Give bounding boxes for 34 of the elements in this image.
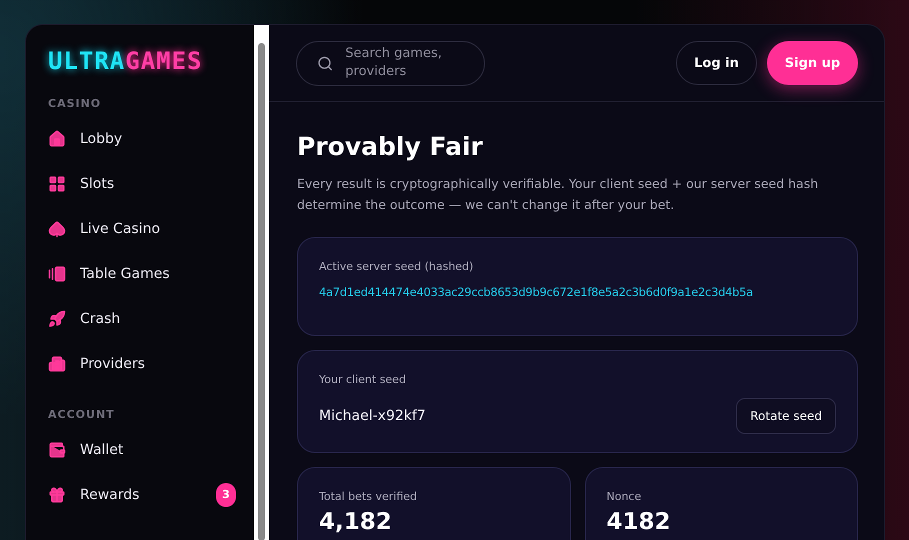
- gift-icon: [48, 486, 66, 504]
- page-description: Every result is cryptographically verifiable. Your client seed + our server seed hash determine the outcome — we can't change it after your bet.: [297, 175, 820, 214]
- card-label: Your client seed: [319, 373, 407, 386]
- sidebar-item[interactable]: Providers: [48, 341, 236, 386]
- sidebar-item[interactable]: Rewards 3: [48, 472, 236, 517]
- count-badge: 3: [216, 482, 236, 506]
- sidebar-item[interactable]: Wallet: [48, 427, 236, 472]
- spade-icon: [48, 220, 66, 238]
- sidebar-item[interactable]: Lobby: [48, 116, 236, 161]
- home-icon: [48, 130, 66, 148]
- page-title: Provably Fair: [297, 132, 484, 161]
- section-title: CASINO: [48, 97, 102, 110]
- client-seed-value: Michael-x92kf7: [319, 408, 426, 424]
- section-title: ACCOUNT: [48, 408, 116, 421]
- sidebar-item[interactable]: Live Casino: [48, 206, 236, 251]
- sidebar-item[interactable]: Slots: [48, 161, 236, 206]
- card-label: Active server seed (hashed): [319, 260, 474, 273]
- rotate-seed-button[interactable]: Rotate seed: [736, 398, 836, 434]
- stat-label: Nonce: [606, 490, 642, 503]
- scrollbar[interactable]: [254, 25, 269, 540]
- seed-hash: 4a7d1ed414474e4033ac29ccb8653d9b9c672e1f8e5a2c3b6d0f9a1e2c3d4b5a: [319, 285, 754, 299]
- stat-value: 4,182: [319, 509, 393, 535]
- logo: ULTRAGAMES: [48, 47, 204, 75]
- search-field[interactable]: Search games, providers: [296, 40, 485, 86]
- log-in-button[interactable]: Log in: [676, 41, 757, 85]
- rocket-icon: [48, 310, 66, 328]
- search-icon: [317, 54, 334, 72]
- stat-label: Total bets verified: [319, 490, 418, 503]
- wallet-icon: [48, 440, 66, 458]
- sidebar-item[interactable]: Crash: [48, 296, 236, 341]
- stat-value: 4182: [606, 509, 672, 535]
- cards-icon: [48, 264, 66, 282]
- sidebar-item[interactable]: Table Games: [48, 251, 236, 296]
- grid-icon: [48, 174, 66, 192]
